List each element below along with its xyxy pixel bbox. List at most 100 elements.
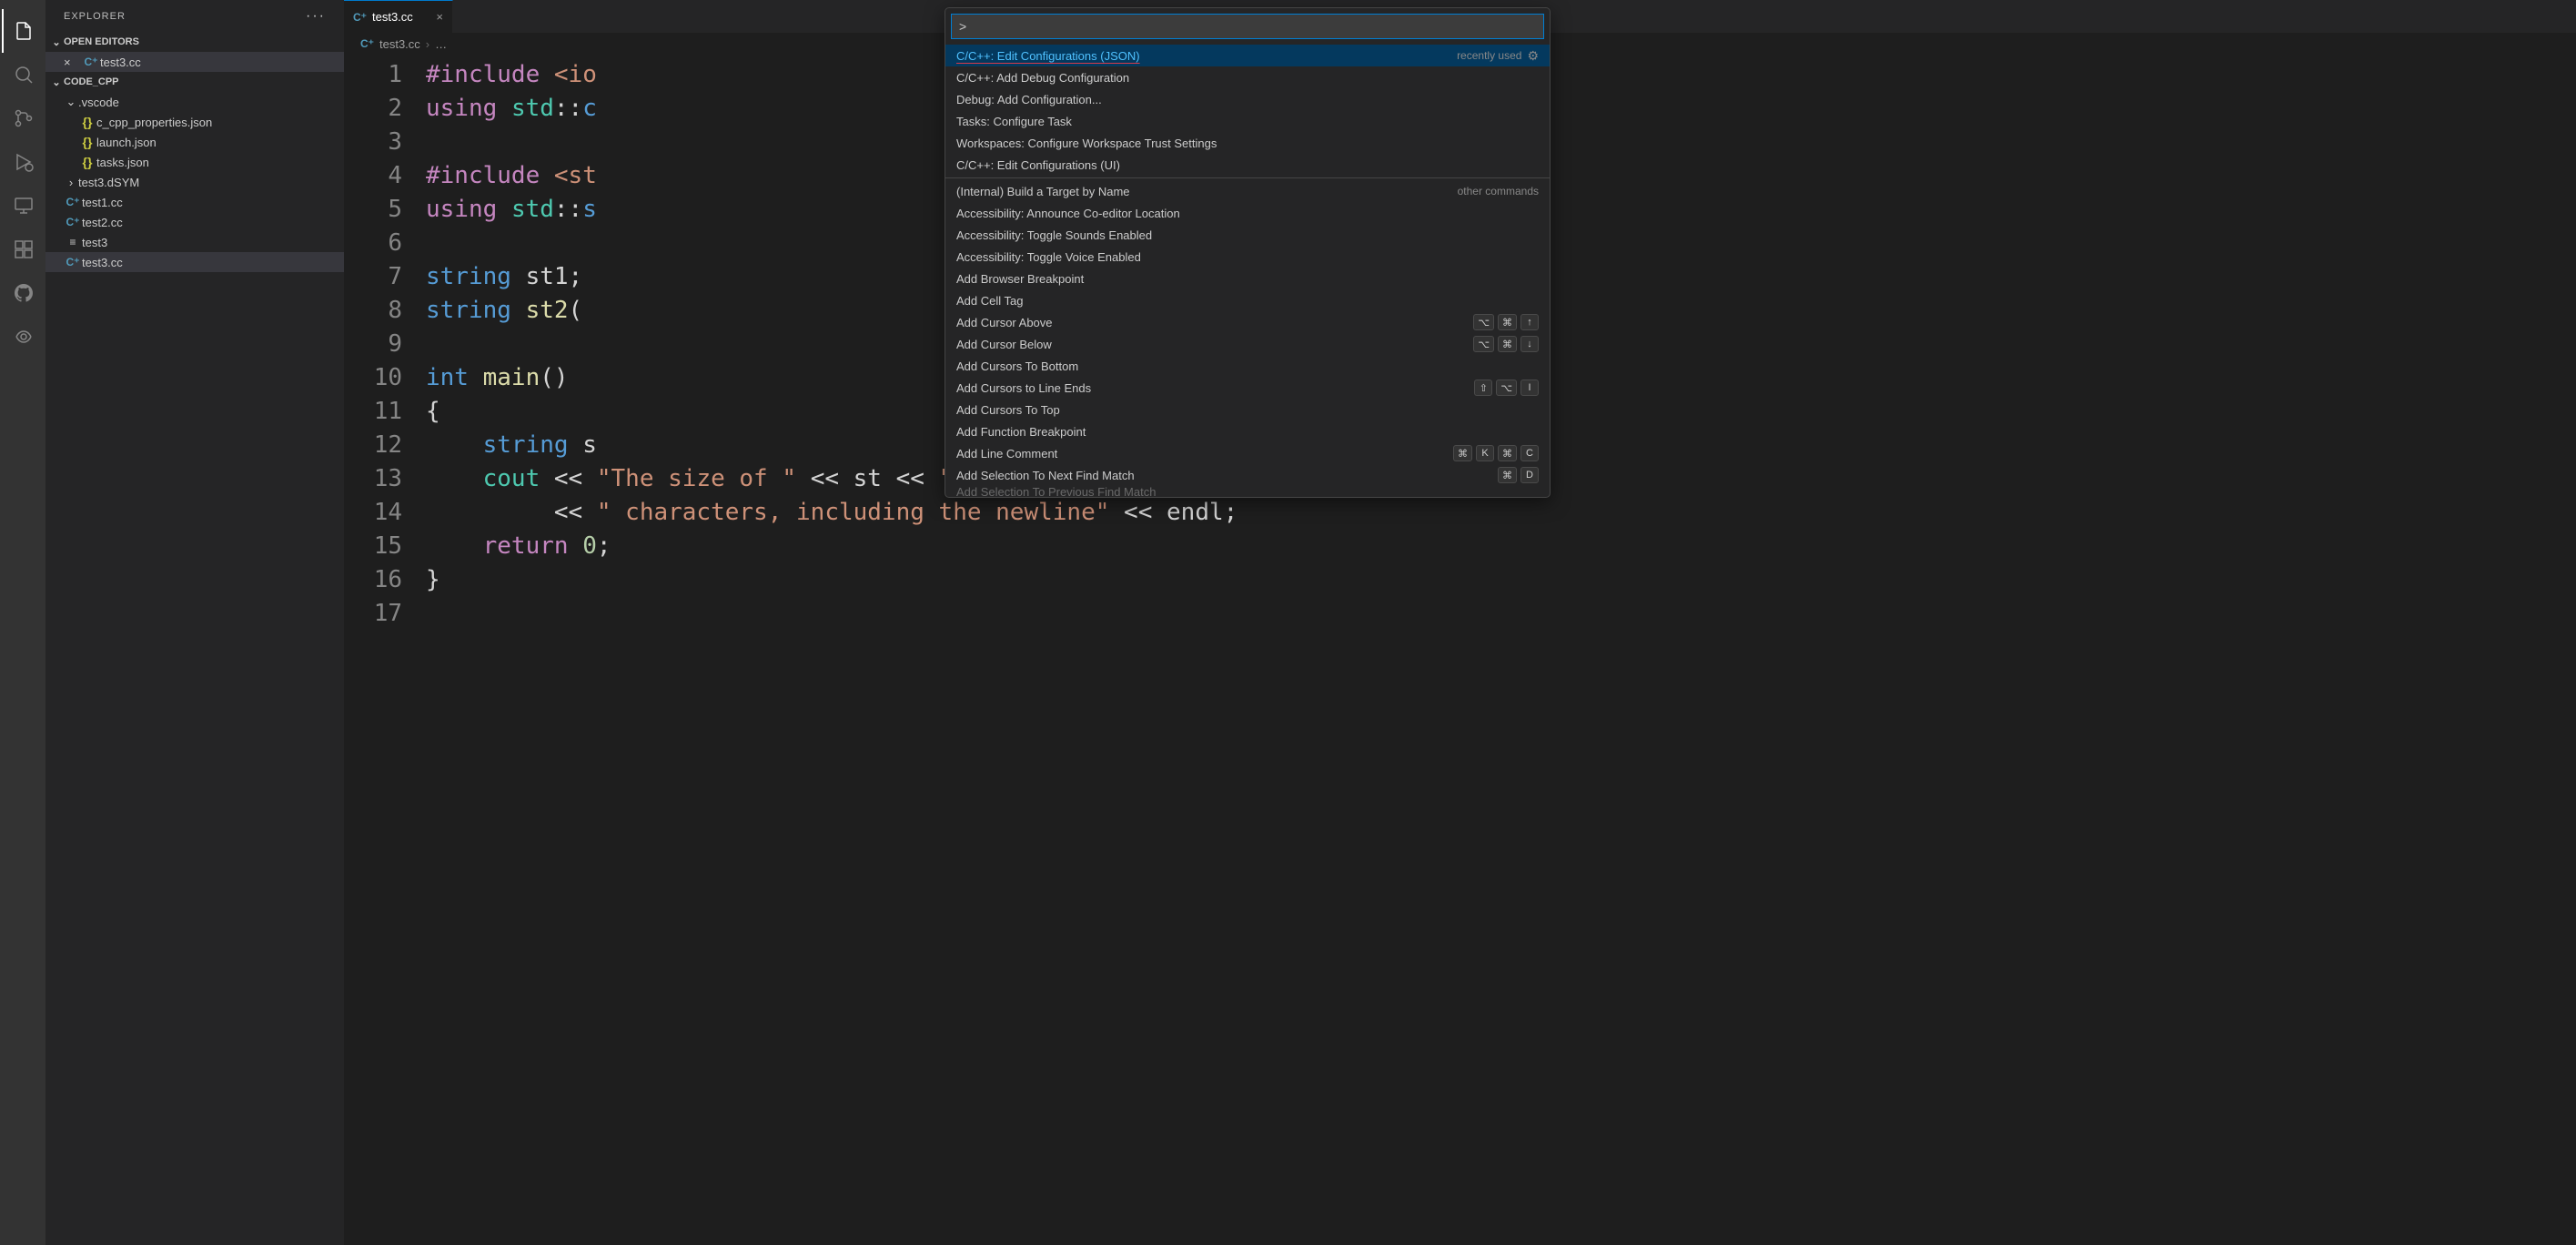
activity-explorer-icon[interactable] [2,9,45,53]
explorer-sidebar: EXPLORER ··· ⌄ OPEN EDITORS × C⁺ test3.c… [45,0,344,1245]
palette-item[interactable]: Accessibility: Announce Co-editor Locati… [945,202,1550,224]
palette-item[interactable]: Add Cursors To Bottom [945,355,1550,377]
palette-item-label: Add Function Breakpoint [956,425,1086,439]
json-file-icon: {} [78,155,96,169]
breadcrumb-more: … [435,37,447,51]
code-line[interactable]: } [426,563,2576,597]
palette-item[interactable]: Add Cell Tag [945,289,1550,311]
palette-item[interactable]: Tasks: Configure Task [945,110,1550,132]
palette-item-label: Add Cell Tag [956,294,1023,308]
palette-item[interactable]: C/C++: Add Debug Configuration [945,66,1550,88]
palette-item[interactable]: Add Cursor Below ⌥⌘↓ [945,333,1550,355]
file-item[interactable]: ≡ test3 [45,232,344,252]
palette-item[interactable]: Add Selection To Next Find Match ⌘D [945,464,1550,486]
line-number: 11 [344,395,402,429]
palette-item-label: Accessibility: Announce Co-editor Locati… [956,207,1180,220]
code-line[interactable]: << " characters, including the newline" … [426,496,2576,530]
text-file-icon: ≡ [64,236,82,248]
editor-tab[interactable]: C⁺ test3.cc × [344,0,453,33]
close-editor-icon[interactable]: × [64,56,82,69]
key: C [1520,445,1539,461]
key: ⌘ [1498,467,1517,483]
palette-item[interactable]: Workspaces: Configure Workspace Trust Se… [945,132,1550,154]
folder-item[interactable]: › test3.dSYM [45,172,344,192]
palette-item[interactable]: C/C++: Edit Configurations (UI) [945,154,1550,176]
cpp-file-icon: C⁺ [360,37,374,50]
folder-name: .vscode [78,96,119,109]
palette-item[interactable]: Accessibility: Toggle Voice Enabled [945,246,1550,268]
open-editor-item[interactable]: × C⁺ test3.cc [45,52,344,72]
tab-close-icon[interactable]: × [436,10,443,24]
keyboard-shortcut: ⇧⌥I [1474,380,1539,396]
other-commands-hint: other commands [1458,185,1539,197]
folder-section[interactable]: ⌄ CODE_CPP [45,72,344,92]
chevron-down-icon: ⌄ [49,36,64,48]
activity-search-icon[interactable] [2,53,45,96]
activity-extensions-icon[interactable] [2,228,45,271]
explorer-title: EXPLORER [64,11,126,22]
palette-item[interactable]: Accessibility: Toggle Sounds Enabled [945,224,1550,246]
file-item[interactable]: {} launch.json [45,132,344,152]
cpp-file-icon: C⁺ [64,196,82,208]
palette-item[interactable]: (Internal) Build a Target by Name other … [945,180,1550,202]
folder-item[interactable]: ⌄ .vscode [45,92,344,112]
palette-item-label: Add Selection To Previous Find Match [956,486,1156,497]
tab-label: test3.cc [372,10,413,24]
line-number: 8 [344,294,402,328]
line-number: 16 [344,563,402,597]
palette-item[interactable]: Add Cursors to Line Ends ⇧⌥I [945,377,1550,399]
file-item[interactable]: C⁺ test1.cc [45,192,344,212]
editor-area: C⁺ test3.cc × C⁺ test3.cc › … 1234567891… [344,0,2576,1245]
chevron-icon: ⌄ [64,95,78,109]
code-line[interactable]: return 0; [426,530,2576,563]
palette-item-label: Add Browser Breakpoint [956,272,1084,286]
activity-bar [0,0,45,1245]
palette-item-label: Accessibility: Toggle Sounds Enabled [956,228,1152,242]
palette-item[interactable]: Add Cursors To Top [945,399,1550,420]
palette-item[interactable]: Add Browser Breakpoint [945,268,1550,289]
palette-item[interactable]: Add Line Comment ⌘K⌘C [945,442,1550,464]
file-name: tasks.json [96,156,149,169]
file-item[interactable]: {} tasks.json [45,152,344,172]
palette-item[interactable]: Add Selection To Previous Find Match [945,486,1550,497]
chevron-icon: › [64,176,78,189]
activity-remote-icon[interactable] [2,184,45,228]
line-number: 13 [344,462,402,496]
cpp-file-icon: C⁺ [64,216,82,228]
key: ↓ [1520,336,1539,352]
code-line[interactable] [426,597,2576,631]
palette-item-label: Add Line Comment [956,447,1057,461]
gear-icon[interactable]: ⚙ [1527,48,1539,64]
file-item[interactable]: {} c_cpp_properties.json [45,112,344,132]
keyboard-shortcut: ⌥⌘↓ [1473,336,1539,352]
open-editors-label: OPEN EDITORS [64,36,139,47]
palette-item[interactable]: Add Function Breakpoint [945,420,1550,442]
key: ⌘ [1498,314,1517,330]
file-name: test3.cc [82,256,123,269]
palette-item-label: Add Cursors To Bottom [956,359,1078,373]
activity-github-icon[interactable] [2,271,45,315]
open-editor-name: test3.cc [100,56,141,69]
command-palette-input[interactable] [951,14,1544,39]
key: ⌥ [1473,336,1494,352]
palette-item[interactable]: Add Cursor Above ⌥⌘↑ [945,311,1550,333]
line-number: 4 [344,159,402,193]
activity-live-share-icon[interactable] [2,315,45,359]
line-number: 1 [344,58,402,92]
palette-item-label: C/C++: Add Debug Configuration [956,71,1129,85]
breadcrumb-file: test3.cc [379,37,420,51]
file-item[interactable]: C⁺ test2.cc [45,212,344,232]
activity-run-debug-icon[interactable] [2,140,45,184]
activity-source-control-icon[interactable] [2,96,45,140]
palette-item[interactable]: Debug: Add Configuration... [945,88,1550,110]
palette-divider [945,177,1550,178]
palette-item-label: Tasks: Configure Task [956,115,1072,128]
explorer-header: EXPLORER ··· [45,0,344,32]
palette-item[interactable]: C/C++: Edit Configurations (JSON) recent… [945,45,1550,66]
palette-item-label: C/C++: Edit Configurations (JSON) [956,49,1140,63]
line-number: 10 [344,361,402,395]
file-item[interactable]: C⁺ test3.cc [45,252,344,272]
line-number: 12 [344,429,402,462]
open-editors-section[interactable]: ⌄ OPEN EDITORS [45,32,344,52]
explorer-more-icon[interactable]: ··· [306,8,326,25]
